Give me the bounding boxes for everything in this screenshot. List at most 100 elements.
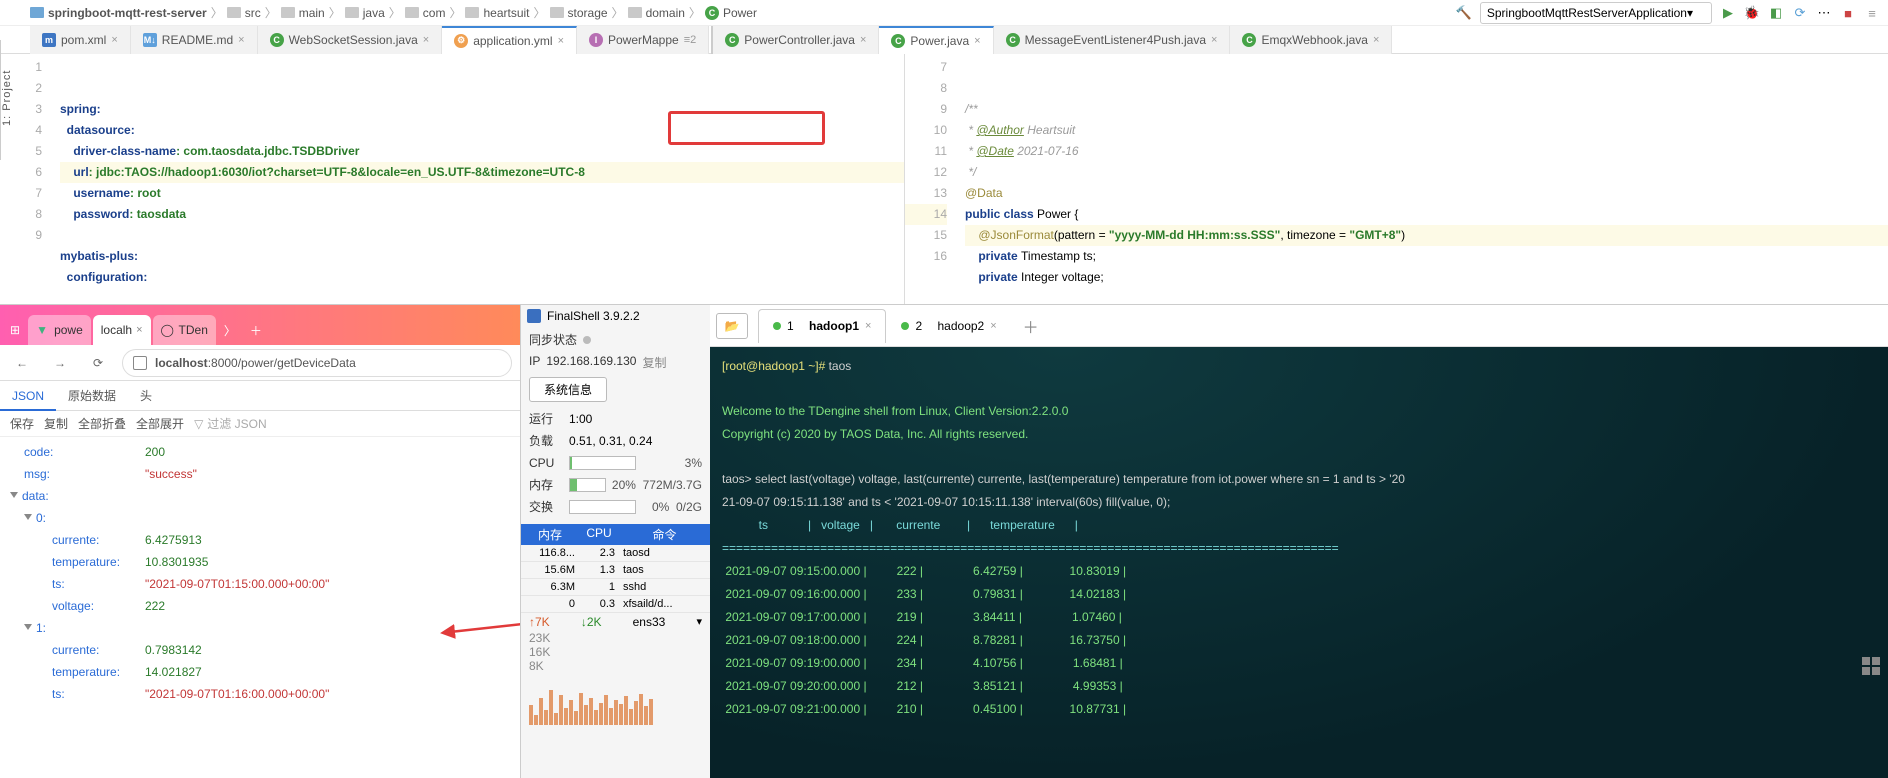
open-folder-button[interactable]: 📂 (716, 313, 748, 339)
devtools-tabs: JSON 原始数据 头 (0, 381, 520, 411)
terminal-output[interactable]: [root@hadoop1 ~]# taos Welcome to the TD… (710, 347, 1888, 778)
crumb[interactable]: com (423, 6, 446, 20)
project-toolwindow-tab[interactable]: 1: Project (0, 40, 22, 160)
table-row[interactable]: 00.3xfsaild/d... (521, 596, 710, 613)
close-icon[interactable]: × (974, 35, 980, 47)
github-icon: ◯ (161, 323, 175, 337)
browser-tab[interactable]: localh× (93, 315, 151, 345)
crumb[interactable]: src (245, 6, 261, 20)
finalshell-title: FinalShell 3.9.2.2 (521, 305, 710, 327)
close-icon[interactable]: × (860, 34, 866, 46)
crumb[interactable]: java (363, 6, 385, 20)
tab-overflow[interactable]: 〉 (218, 315, 242, 345)
save-button[interactable]: 保存 (10, 415, 34, 432)
class-icon: C (705, 6, 719, 20)
tab-pom[interactable]: mpom.xml× (30, 26, 131, 54)
editor-java[interactable]: 78910111213141516 /** * @Author Heartsui… (905, 54, 1888, 304)
highlight-box (668, 111, 825, 145)
new-terminal-tab[interactable]: ＋ (1012, 309, 1050, 343)
crumb[interactable]: storage (568, 6, 608, 20)
crumb[interactable]: main (299, 6, 325, 20)
code-area[interactable]: /** * @Author Heartsuit * @Date 2021-07-… (957, 54, 1888, 304)
tab-readme[interactable]: M↓README.md× (131, 26, 258, 54)
folder-icon (465, 7, 479, 18)
copy-button[interactable]: 复制 (44, 415, 68, 432)
json-viewer[interactable]: code:200 msg:"success" data: 0: currente… (0, 437, 520, 709)
crumb[interactable]: Power (723, 6, 757, 20)
browser-tab[interactable]: ▼powe (28, 315, 91, 345)
sync-status: 同步状态 (521, 327, 710, 352)
close-icon[interactable]: × (990, 320, 996, 332)
back-button[interactable]: ← (8, 349, 36, 377)
profile-icon[interactable]: ⟳ (1792, 5, 1808, 21)
close-icon[interactable]: × (1373, 34, 1379, 46)
table-row[interactable]: 15.6M1.3taos (521, 562, 710, 579)
build-icon[interactable]: 🔨 (1456, 5, 1472, 21)
coverage-icon[interactable]: ◧ (1768, 5, 1784, 21)
expand-all-button[interactable]: 全部展开 (136, 415, 184, 432)
terminal-tab[interactable]: 1 hadoop1× (758, 309, 886, 343)
app-icon (527, 309, 541, 323)
sidebar-toggle[interactable]: ⊞ (4, 315, 26, 345)
debug-icon[interactable]: 🐞 (1744, 5, 1760, 21)
forward-button[interactable]: → (46, 349, 74, 377)
headers-tab[interactable]: 头 (128, 381, 164, 411)
browser-tab[interactable]: ◯TDen (153, 315, 216, 345)
table-row[interactable]: 6.3M1sshd (521, 579, 710, 596)
crumb[interactable]: heartsuit (483, 6, 529, 20)
run-icon[interactable]: ▶ (1720, 5, 1736, 21)
new-tab[interactable]: ＋ (244, 315, 268, 345)
pause-icon[interactable]: ≡ (1864, 5, 1880, 21)
tab-powermapper[interactable]: IPowerMappe≡2 (577, 26, 709, 54)
filter-input[interactable]: ▽过滤 JSON (194, 415, 267, 432)
caret-down-icon[interactable] (24, 514, 32, 520)
collapse-all-button[interactable]: 全部折叠 (78, 415, 126, 432)
editor-yml[interactable]: 123456789 spring: datasource: driver-cla… (0, 54, 905, 304)
tab-power-java[interactable]: CPower.java× (879, 26, 993, 54)
close-icon[interactable]: × (238, 34, 244, 46)
tab-application-yml[interactable]: ⚙application.yml× (442, 26, 577, 54)
close-icon[interactable]: × (423, 34, 429, 46)
crumb[interactable]: domain (646, 6, 685, 20)
tab-powercontroller[interactable]: CPowerController.java× (713, 26, 879, 54)
caret-down-icon[interactable] (10, 492, 18, 498)
swap-bar (569, 500, 636, 514)
editor-tabs: mpom.xml× M↓README.md× CWebSocketSession… (0, 26, 1888, 54)
funnel-icon: ▽ (194, 417, 203, 431)
layout-grid-icon[interactable] (1862, 657, 1880, 675)
status-dot-icon (583, 336, 591, 344)
sysinfo-button[interactable]: 系统信息 (529, 377, 607, 402)
process-table[interactable]: 内存CPU命令 116.8...2.3taosd 15.6M1.3taos 6.… (521, 524, 710, 613)
stop-icon[interactable]: ■ (1840, 5, 1856, 21)
json-tab[interactable]: JSON (0, 381, 56, 411)
close-icon[interactable]: × (136, 324, 142, 336)
url-input[interactable]: localhost:8000/power/getDeviceData (122, 349, 512, 377)
tab-messageevent[interactable]: CMessageEventListener4Push.java× (994, 26, 1231, 54)
close-icon[interactable]: × (865, 320, 871, 332)
attach-icon[interactable]: ⋯ (1816, 5, 1832, 21)
browser-window: ⊞ ▼powe localh× ◯TDen 〉 ＋ ← → ⟳ localhos… (0, 304, 520, 778)
folder-icon (281, 7, 295, 18)
close-icon[interactable]: × (111, 34, 117, 46)
crumb[interactable]: springboot-mqtt-rest-server (48, 6, 207, 20)
terminal-tabs: 📂 1 hadoop1× 2 hadoop2× ＋ (710, 305, 1888, 347)
terminal-tab[interactable]: 2 hadoop2× (886, 309, 1011, 343)
folder-icon (405, 7, 419, 18)
reload-button[interactable]: ⟳ (84, 349, 112, 377)
close-icon[interactable]: × (558, 35, 564, 47)
address-bar: ← → ⟳ localhost:8000/power/getDeviceData (0, 345, 520, 381)
tab-emqxwebhook[interactable]: CEmqxWebhook.java× (1230, 26, 1392, 54)
table-row[interactable]: 116.8...2.3taosd (521, 545, 710, 562)
code-area[interactable]: spring: datasource: driver-class-name: c… (52, 54, 904, 304)
close-icon[interactable]: × (1211, 34, 1217, 46)
tab-websocket[interactable]: CWebSocketSession.java× (258, 26, 443, 54)
pin-icon[interactable]: ≡2 (684, 34, 697, 46)
site-info-icon[interactable] (133, 356, 147, 370)
run-config-selector[interactable]: SpringbootMqttRestServerApplication ▾ (1480, 2, 1712, 24)
raw-tab[interactable]: 原始数据 (56, 381, 128, 411)
folder-icon (550, 7, 564, 18)
caret-down-icon[interactable] (24, 624, 32, 630)
ip-row: IP192.168.169.130复制 (521, 352, 710, 373)
copy-button[interactable]: 复制 (642, 354, 666, 371)
folder-icon (227, 7, 241, 18)
